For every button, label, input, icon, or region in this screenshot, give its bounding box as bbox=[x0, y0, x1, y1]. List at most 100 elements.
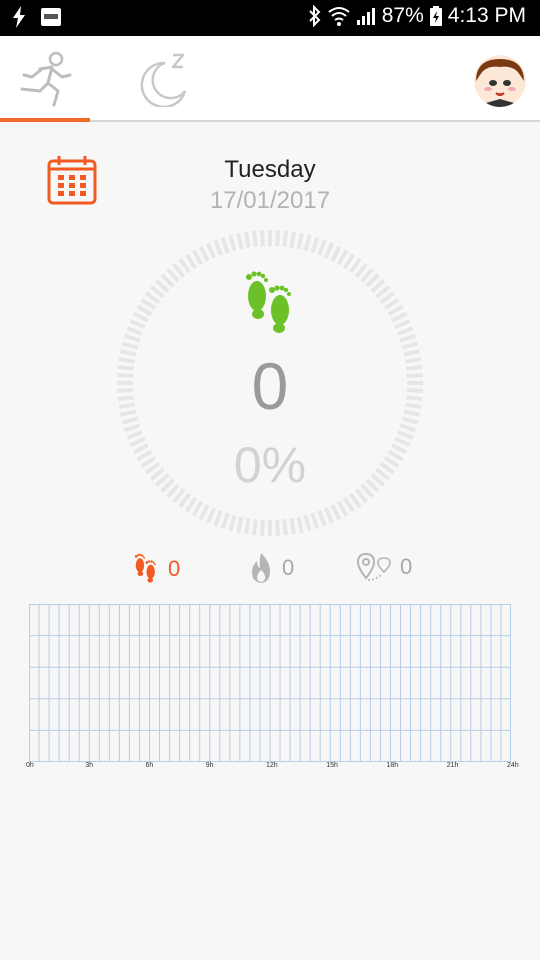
ring-tick bbox=[330, 504, 342, 521]
ring-tick bbox=[178, 258, 192, 274]
x-tick-label: 3h bbox=[85, 762, 94, 769]
moon-sleep-icon bbox=[140, 53, 187, 107]
ring-tick bbox=[205, 242, 217, 259]
battery-icon bbox=[429, 6, 442, 26]
steps-count: 0 bbox=[251, 349, 289, 423]
running-man-icon bbox=[20, 51, 72, 107]
ring-tick bbox=[342, 253, 356, 270]
ring-tick bbox=[213, 239, 223, 256]
ring-tick bbox=[394, 318, 411, 330]
ring-tick bbox=[228, 234, 237, 252]
ring-tick bbox=[132, 311, 149, 323]
ring-tick bbox=[213, 510, 223, 527]
flame-icon bbox=[252, 553, 270, 583]
ring-tick bbox=[282, 519, 288, 536]
date-label: 17/01/2017 bbox=[209, 187, 331, 214]
footprints-icon bbox=[246, 271, 291, 333]
ring-tick bbox=[342, 496, 356, 513]
x-tick-label: 21h bbox=[446, 762, 459, 769]
ring-tick bbox=[244, 231, 251, 248]
ring-tick bbox=[317, 510, 327, 527]
ring-tick bbox=[252, 519, 258, 536]
x-tick-label: 6h bbox=[145, 762, 154, 769]
ring-tick bbox=[303, 234, 312, 252]
distance-stat[interactable]: 0 bbox=[356, 552, 412, 582]
active-tab-indicator bbox=[0, 118, 90, 122]
ring-tick bbox=[296, 516, 304, 534]
distance-stat-value: 0 bbox=[400, 554, 413, 579]
ring-tick bbox=[323, 507, 335, 524]
status-bar: 87% 4:13 PM bbox=[0, 0, 540, 36]
x-tick-label: 0h bbox=[26, 762, 34, 769]
ring-tick bbox=[275, 230, 281, 247]
ring-tick bbox=[401, 341, 419, 350]
ring-tick bbox=[198, 245, 210, 262]
steps-stat-value: 0 bbox=[168, 556, 181, 581]
top-tab-bar bbox=[0, 36, 540, 122]
ring-tick bbox=[387, 304, 404, 317]
ring-tick bbox=[375, 285, 391, 299]
ring-tick bbox=[191, 500, 204, 517]
ring-tick bbox=[348, 258, 362, 274]
ring-tick bbox=[149, 285, 165, 299]
ring-tick bbox=[205, 507, 217, 524]
ring-tick bbox=[330, 245, 342, 262]
ring-tick bbox=[184, 253, 198, 270]
x-tick-label: 24h bbox=[507, 762, 519, 769]
bluetooth-icon bbox=[309, 5, 321, 27]
steps-stat[interactable]: 0 bbox=[132, 552, 180, 586]
avatar[interactable] bbox=[474, 55, 526, 107]
ring-tick bbox=[296, 232, 304, 250]
ring-tick bbox=[310, 512, 320, 530]
ring-tick bbox=[178, 492, 192, 508]
ring-tick bbox=[140, 297, 157, 311]
location-route-icon bbox=[356, 552, 391, 581]
ring-tick bbox=[236, 232, 244, 250]
ring-tick bbox=[198, 504, 210, 521]
ring-tick bbox=[317, 239, 327, 256]
ring-tick bbox=[399, 423, 417, 433]
x-tick-label: 9h bbox=[205, 762, 214, 769]
footprints-icon bbox=[134, 553, 156, 583]
x-tick-label: 15h bbox=[326, 762, 338, 769]
ring-tick bbox=[252, 230, 258, 247]
day-label: Tuesday bbox=[224, 156, 316, 183]
ring-tick bbox=[323, 242, 335, 259]
gallery-icon bbox=[41, 8, 61, 26]
ring-tick bbox=[220, 236, 230, 254]
battery-percent: 87% bbox=[381, 4, 424, 27]
ring-tick bbox=[354, 262, 368, 278]
ring-tick bbox=[129, 318, 146, 330]
calories-stat[interactable]: 0 bbox=[248, 552, 294, 584]
signal-icon bbox=[356, 8, 375, 25]
ring-tick bbox=[244, 518, 251, 535]
ring-tick bbox=[348, 492, 362, 508]
ring-tick bbox=[191, 249, 204, 266]
ring-tick bbox=[172, 262, 186, 278]
ring-tick bbox=[220, 512, 230, 530]
ring-tick bbox=[184, 496, 198, 513]
ring-tick bbox=[379, 291, 395, 305]
charging-icon bbox=[13, 6, 25, 28]
wifi-icon bbox=[328, 7, 350, 26]
ring-tick bbox=[275, 519, 281, 536]
ring-tick bbox=[259, 230, 265, 247]
tab-activity[interactable] bbox=[0, 36, 90, 122]
ring-tick bbox=[121, 341, 139, 350]
hourly-steps-chart bbox=[29, 604, 511, 762]
chart-x-axis: 0h 3h 6h 9h 12h 15h 18h 21h 24h bbox=[0, 760, 540, 774]
ring-tick bbox=[236, 516, 244, 534]
x-tick-label: 12h bbox=[266, 762, 278, 769]
x-tick-label: 18h bbox=[386, 762, 399, 769]
ring-tick bbox=[289, 231, 296, 248]
ring-tick bbox=[282, 230, 288, 247]
ring-tick bbox=[303, 514, 312, 532]
tab-sleep[interactable] bbox=[118, 36, 208, 122]
ring-tick bbox=[336, 500, 349, 517]
ring-tick bbox=[259, 519, 265, 536]
ring-tick bbox=[383, 297, 400, 311]
ring-tick bbox=[228, 514, 237, 532]
stats-row: 0 0 0 bbox=[0, 552, 540, 592]
ring-tick bbox=[136, 304, 153, 317]
ring-tick bbox=[391, 311, 408, 323]
